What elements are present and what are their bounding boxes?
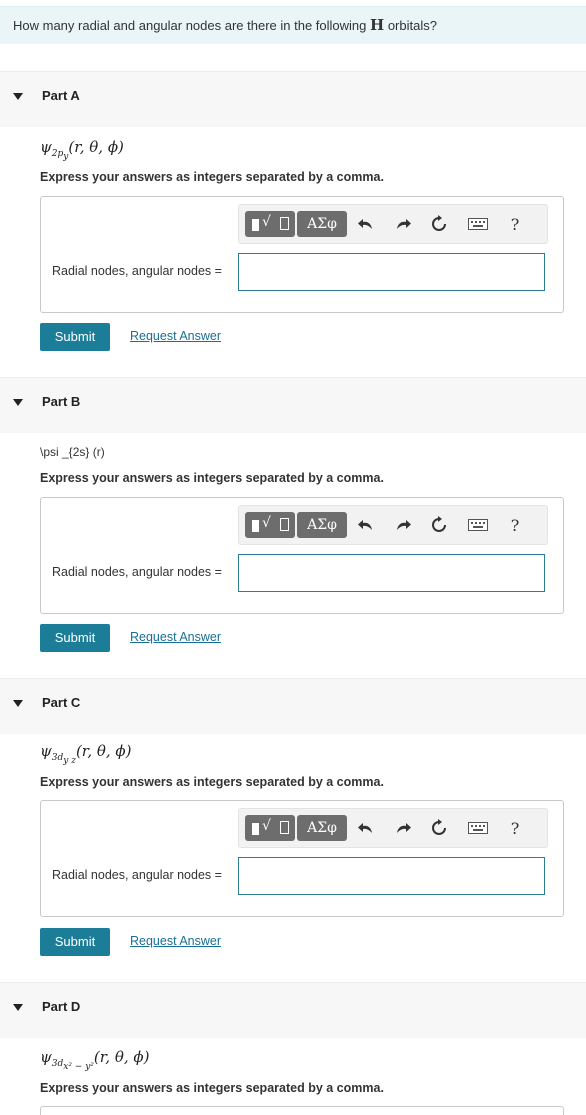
question-element: H	[370, 16, 385, 34]
keyboard-icon[interactable]	[468, 822, 488, 842]
part-b-answer-box: √ ΑΣφ ? Radial nodes, angular nodes =	[40, 497, 564, 614]
greek-icon[interactable]: ΑΣφ	[297, 211, 347, 237]
templates-icon[interactable]: √	[245, 815, 295, 841]
part-b-expression: \psi _{2s} (r)	[40, 445, 105, 459]
part-a-title: Part A	[42, 88, 80, 103]
part-b-title: Part B	[42, 394, 81, 409]
part-b-header[interactable]: Part B	[0, 377, 586, 433]
reset-icon[interactable]	[430, 819, 450, 839]
request-answer-link[interactable]: Request Answer	[130, 934, 221, 948]
keyboard-icon[interactable]	[468, 519, 488, 539]
part-d-title: Part D	[42, 999, 81, 1014]
part-a-answer-box: √ ΑΣφ ? Radial nodes, angular nodes =	[40, 196, 564, 313]
part-a-instruction: Express your answers as integers separat…	[40, 170, 384, 184]
collapse-caret-icon[interactable]	[13, 1004, 23, 1011]
part-c-instruction: Express your answers as integers separat…	[40, 775, 384, 789]
question-prompt: How many radial and angular nodes are th…	[0, 6, 586, 44]
undo-icon[interactable]	[357, 516, 377, 536]
part-d-answer-box	[40, 1106, 564, 1115]
greek-icon[interactable]: ΑΣφ	[297, 815, 347, 841]
request-answer-link[interactable]: Request Answer	[130, 630, 221, 644]
part-c-header[interactable]: Part C	[0, 678, 586, 734]
part-d-header[interactable]: Part D	[0, 982, 586, 1038]
help-icon[interactable]: ?	[505, 215, 525, 235]
help-icon[interactable]: ?	[505, 819, 525, 839]
submit-button[interactable]: Submit	[40, 624, 110, 652]
part-d-expression: ψ3dx² − y²(r, θ, ϕ)	[40, 1048, 150, 1072]
undo-icon[interactable]	[357, 819, 377, 839]
templates-icon[interactable]: √	[245, 211, 295, 237]
redo-icon[interactable]	[394, 819, 414, 839]
undo-icon[interactable]	[357, 215, 377, 235]
math-toolbar: √ ΑΣφ ?	[238, 505, 548, 545]
templates-icon[interactable]: √	[245, 512, 295, 538]
request-answer-link[interactable]: Request Answer	[130, 329, 221, 343]
part-a-header[interactable]: Part A	[0, 71, 586, 127]
part-c-expression: ψ3dy z(r, θ, ϕ)	[40, 742, 132, 766]
collapse-caret-icon[interactable]	[13, 700, 23, 707]
answer-input[interactable]	[238, 857, 545, 895]
submit-button[interactable]: Submit	[40, 928, 110, 956]
reset-icon[interactable]	[430, 215, 450, 235]
answer-label: Radial nodes, angular nodes =	[52, 264, 222, 278]
greek-icon[interactable]: ΑΣφ	[297, 512, 347, 538]
math-toolbar: √ ΑΣφ ?	[238, 808, 548, 848]
part-c-answer-box: √ ΑΣφ ? Radial nodes, angular nodes =	[40, 800, 564, 917]
part-d-instruction: Express your answers as integers separat…	[40, 1081, 384, 1095]
part-a-expression: ψ2py(r, θ, ϕ)	[40, 138, 124, 162]
reset-icon[interactable]	[430, 516, 450, 536]
part-b-instruction: Express your answers as integers separat…	[40, 471, 384, 485]
keyboard-icon[interactable]	[468, 218, 488, 238]
question-suffix: orbitals?	[387, 18, 437, 33]
help-icon[interactable]: ?	[505, 516, 525, 536]
redo-icon[interactable]	[394, 215, 414, 235]
answer-label: Radial nodes, angular nodes =	[52, 565, 222, 579]
answer-label: Radial nodes, angular nodes =	[52, 868, 222, 882]
collapse-caret-icon[interactable]	[13, 93, 23, 100]
part-c-title: Part C	[42, 695, 81, 710]
answer-input[interactable]	[238, 253, 545, 291]
answer-input[interactable]	[238, 554, 545, 592]
redo-icon[interactable]	[394, 516, 414, 536]
collapse-caret-icon[interactable]	[13, 399, 23, 406]
submit-button[interactable]: Submit	[40, 323, 110, 351]
question-prefix: How many radial and angular nodes are th…	[13, 18, 367, 33]
math-toolbar: √ ΑΣφ ?	[238, 204, 548, 244]
